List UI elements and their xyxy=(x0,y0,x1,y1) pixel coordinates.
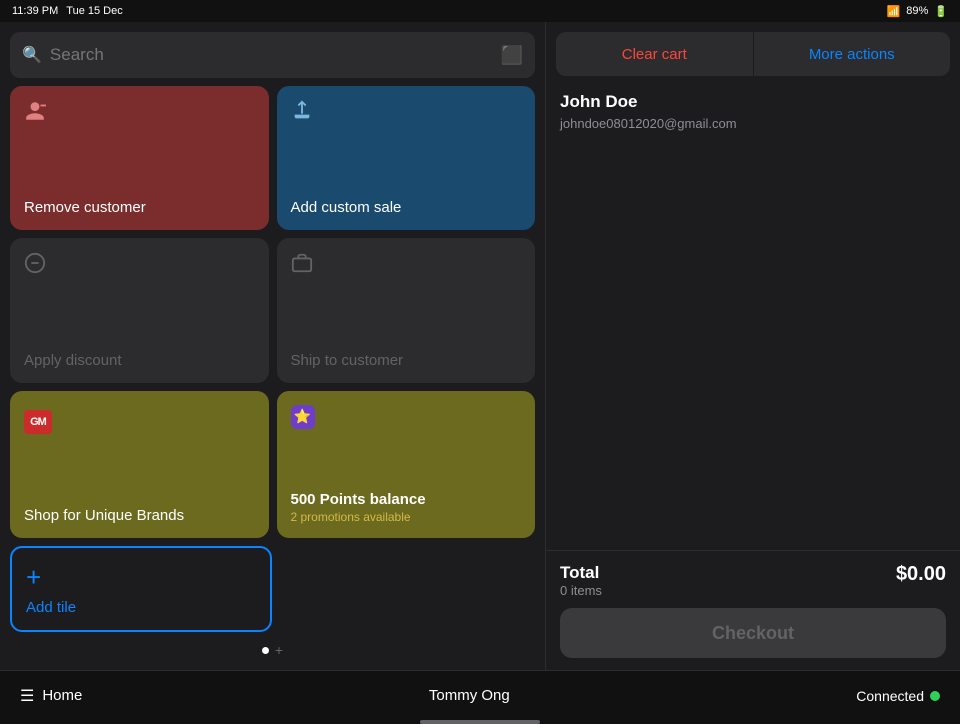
nav-status: Connected xyxy=(856,688,940,704)
search-bar[interactable]: 🔍 ⬛ xyxy=(10,32,535,78)
more-actions-button[interactable]: More actions xyxy=(753,32,951,76)
pagination: + xyxy=(10,640,535,660)
right-panel: Clear cart More actions John Doe johndoe… xyxy=(545,22,960,670)
tile-points-label: 500 Points balance xyxy=(291,491,522,508)
tile-points-balance[interactable]: ⭐ 500 Points balance 2 promotions availa… xyxy=(277,391,536,538)
star-points-icon: ⭐ xyxy=(291,405,522,429)
tile-ship-to-customer-label: Ship to customer xyxy=(291,352,522,369)
nav-home[interactable]: ☰ Home xyxy=(20,686,82,706)
menu-icon: ☰ xyxy=(20,686,34,706)
barcode-icon[interactable]: ⬛ xyxy=(501,45,523,66)
discount-icon xyxy=(24,252,255,280)
connected-indicator xyxy=(930,691,940,701)
search-icon: 🔍 xyxy=(22,45,42,65)
search-input[interactable] xyxy=(50,45,493,65)
total-row: Total 0 items $0.00 xyxy=(560,563,946,598)
status-bar: 11:39 PM Tue 15 Dec 📶 89% 🔋 xyxy=(0,0,960,22)
left-panel: 🔍 ⬛ Remove customer xyxy=(0,22,545,670)
total-items: 0 items xyxy=(560,583,602,598)
battery-percent: 89% xyxy=(906,5,928,17)
bottom-nav: ☰ Home Tommy Ong Connected xyxy=(0,670,960,720)
pagination-plus[interactable]: + xyxy=(275,643,283,657)
customer-info: John Doe johndoe08012020@gmail.com xyxy=(546,76,960,147)
status-time: 11:39 PM xyxy=(12,5,58,17)
battery-icon: 🔋 xyxy=(934,5,948,18)
nav-home-label: Home xyxy=(42,687,82,704)
home-indicator xyxy=(0,720,960,724)
tile-add[interactable]: + Add tile xyxy=(10,546,272,632)
total-amount: $0.00 xyxy=(896,563,946,586)
tile-add-custom-sale[interactable]: Add custom sale xyxy=(277,86,536,230)
person-icon xyxy=(24,100,255,128)
customer-email: johndoe08012020@gmail.com xyxy=(560,116,946,131)
cart-header: Clear cart More actions xyxy=(546,22,960,76)
tile-shop-unique-brands[interactable]: GM Shop for Unique Brands xyxy=(10,391,269,538)
tile-ship-to-customer[interactable]: Ship to customer xyxy=(277,238,536,382)
tile-add-custom-sale-label: Add custom sale xyxy=(291,199,522,216)
clear-cart-button[interactable]: Clear cart xyxy=(556,32,753,76)
wifi-icon: 📶 xyxy=(887,5,901,18)
tile-remove-customer[interactable]: Remove customer xyxy=(10,86,269,230)
checkout-button[interactable]: Checkout xyxy=(560,608,946,658)
cart-content xyxy=(546,147,960,550)
upload-icon xyxy=(291,100,522,128)
gm-brand-icon: GM xyxy=(24,405,255,434)
customer-name: John Doe xyxy=(560,92,946,112)
status-label: Connected xyxy=(856,688,924,704)
status-date: Tue 15 Dec xyxy=(66,5,122,17)
total-label: Total xyxy=(560,563,602,583)
add-icon: + xyxy=(26,562,256,593)
tile-shop-unique-brands-label: Shop for Unique Brands xyxy=(24,507,255,524)
home-bar xyxy=(420,720,540,724)
nav-user-name: Tommy Ong xyxy=(429,687,510,704)
tiles-grid: Remove customer Add custom sale xyxy=(10,86,535,538)
pagination-dot-1[interactable] xyxy=(262,647,269,654)
tile-apply-discount-label: Apply discount xyxy=(24,352,255,369)
ship-icon xyxy=(291,252,522,280)
tile-remove-customer-label: Remove customer xyxy=(24,199,255,216)
tile-add-label: Add tile xyxy=(26,599,256,616)
tile-points-sub: 2 promotions available xyxy=(291,510,522,524)
tile-apply-discount[interactable]: Apply discount xyxy=(10,238,269,382)
cart-footer: Total 0 items $0.00 Checkout xyxy=(546,550,960,670)
